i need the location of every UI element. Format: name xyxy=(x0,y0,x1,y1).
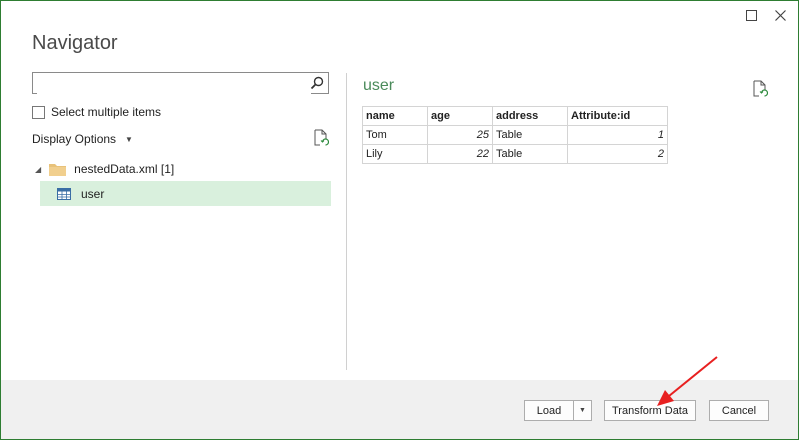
table-row: Lily 22 Table 2 xyxy=(362,144,668,164)
folder-label: nestedData.xml [1] xyxy=(74,162,175,176)
table-icon xyxy=(57,187,71,200)
column-header-age[interactable]: age xyxy=(427,106,493,126)
display-options-label: Display Options xyxy=(32,132,117,146)
close-button[interactable] xyxy=(770,5,790,25)
cell-address[interactable]: Table xyxy=(492,144,568,164)
select-multiple-label: Select multiple items xyxy=(51,105,162,119)
annotation-arrow xyxy=(657,356,718,406)
table-header-row: name age address Attribute:id xyxy=(362,106,668,126)
pane-divider xyxy=(346,73,347,370)
tree-node-nesteddata[interactable]: ◢ nestedData.xml [1] xyxy=(32,159,174,179)
folder-icon xyxy=(49,163,67,176)
select-multiple-row[interactable]: Select multiple items xyxy=(32,105,161,119)
preview-table: name age address Attribute:id Tom 25 Tab… xyxy=(362,106,668,164)
cell-name[interactable]: Lily xyxy=(362,144,428,164)
tree-item-user[interactable]: user xyxy=(40,181,331,206)
cell-address[interactable]: Table xyxy=(492,125,568,145)
close-icon xyxy=(774,9,786,21)
cancel-button[interactable]: Cancel xyxy=(709,400,769,421)
dialog-title: Navigator xyxy=(32,32,118,54)
cell-age[interactable]: 25 xyxy=(427,125,493,145)
caret-down-icon: ▼ xyxy=(579,407,586,414)
maximize-icon xyxy=(745,9,757,21)
column-header-attribute-id[interactable]: Attribute:id xyxy=(567,106,668,126)
load-button[interactable]: Load xyxy=(524,400,574,421)
cell-age[interactable]: 22 xyxy=(427,144,493,164)
tree-item-label: user xyxy=(81,186,105,201)
load-dropdown-button[interactable]: ▼ xyxy=(573,400,592,421)
maximize-button[interactable] xyxy=(741,5,761,25)
select-multiple-checkbox[interactable] xyxy=(32,105,45,119)
expand-triangle-icon[interactable]: ◢ xyxy=(35,165,41,174)
search-input[interactable] xyxy=(37,74,311,94)
caret-down-icon: ▼ xyxy=(125,134,133,144)
table-row: Tom 25 Table 1 xyxy=(362,125,668,145)
dialog-footer: Load ▼ Transform Data Cancel xyxy=(1,380,798,439)
cell-name[interactable]: Tom xyxy=(362,125,428,145)
cell-attribute-id[interactable]: 1 xyxy=(567,125,668,145)
preview-title: user xyxy=(363,77,395,94)
column-header-name[interactable]: name xyxy=(362,106,428,126)
refresh-file-icon[interactable] xyxy=(313,129,329,147)
cell-attribute-id[interactable]: 2 xyxy=(567,144,668,164)
refresh-preview-icon[interactable] xyxy=(752,80,768,98)
transform-data-button[interactable]: Transform Data xyxy=(604,400,696,421)
display-options-dropdown[interactable]: Display Options ▼ xyxy=(32,132,133,146)
navigator-dialog: Navigator Select multiple items Display … xyxy=(0,0,799,440)
search-box xyxy=(32,72,329,94)
search-icon[interactable] xyxy=(309,75,325,91)
column-header-address[interactable]: address xyxy=(492,106,568,126)
